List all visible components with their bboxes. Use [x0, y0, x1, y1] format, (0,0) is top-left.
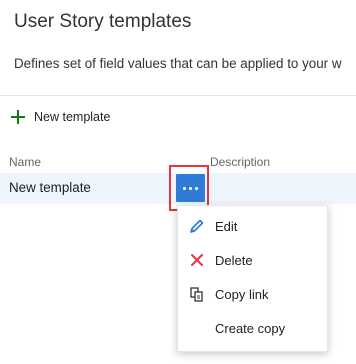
menu-item-create-copy[interactable]: Create copy: [178, 311, 327, 345]
menu-item-copy-link[interactable]: Copy link: [178, 277, 327, 311]
x-icon: [189, 252, 205, 268]
pencil-icon: [189, 218, 205, 234]
new-template-button[interactable]: New template: [11, 106, 110, 128]
menu-item-delete[interactable]: Delete: [178, 243, 327, 277]
menu-item-label: Edit: [215, 218, 238, 234]
more-dots-icon: [183, 186, 198, 190]
template-name-cell[interactable]: New template: [9, 180, 91, 195]
plus-icon: [11, 110, 25, 124]
menu-item-edit[interactable]: Edit: [178, 209, 327, 243]
column-header-name[interactable]: Name: [9, 155, 41, 169]
menu-item-label: Delete: [215, 252, 253, 268]
menu-item-label: Copy link: [215, 286, 269, 302]
context-menu: Edit Delete Copy link Create copy: [177, 205, 328, 352]
copy-link-icon: [189, 286, 205, 302]
divider: [0, 95, 356, 96]
new-template-label: New template: [34, 110, 111, 124]
page-subtitle: Defines set of field values that can be …: [14, 56, 342, 71]
more-actions-button[interactable]: [176, 174, 205, 202]
column-header-description[interactable]: Description: [210, 155, 270, 169]
page-title: User Story templates: [14, 11, 192, 32]
menu-item-label: Create copy: [215, 320, 286, 336]
